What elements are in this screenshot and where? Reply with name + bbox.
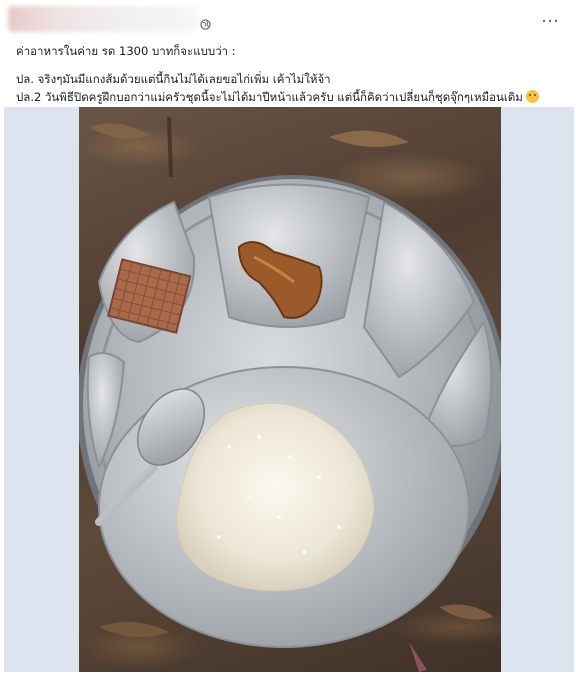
caption-line: ปล. จริงๆมันมีแกงส้มด้วยแต่นี้กินไม่ได้เ… [16,72,331,86]
smiling-emoji-icon [525,90,539,103]
facebook-post: … ค่าอาหารในค่าย รด 1300 บาทก็จะแบบว่า :… [0,0,576,674]
author-name-blurred[interactable] [8,6,198,32]
meal-tray-illustration [79,116,501,672]
post-photo[interactable] [79,107,501,672]
caption-line: ปล.2 วันพิธีปิดครูฝึกบอกว่าแม่ครัวชุดนี้… [16,88,561,106]
post-caption: ค่าอาหารในค่าย รด 1300 บาทก็จะแบบว่า : ป… [16,42,561,106]
more-options-icon[interactable]: … [541,8,560,26]
caption-line: ค่าอาหารในค่าย รด 1300 บาทก็จะแบบว่า : [16,44,236,58]
globe-icon [200,19,211,30]
